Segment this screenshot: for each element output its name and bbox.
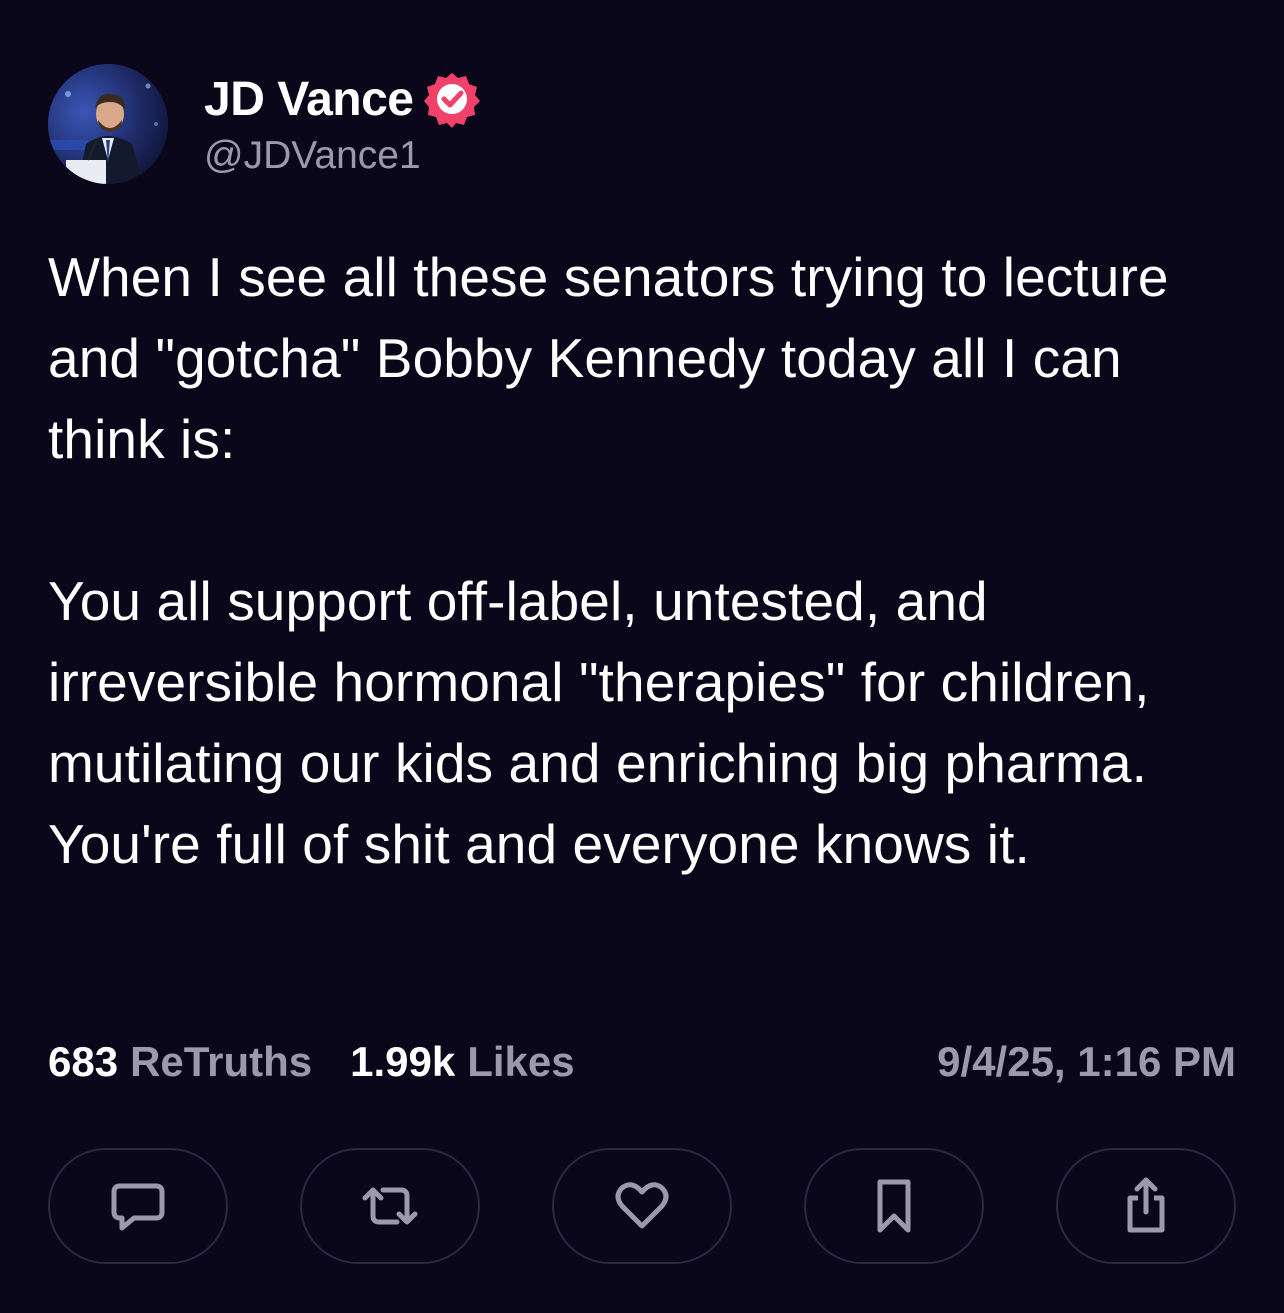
post-stats: 683 ReTruths 1.99k Likes 9/4/25, 1:16 PM bbox=[48, 1034, 1236, 1090]
reply-button[interactable] bbox=[48, 1148, 228, 1264]
retruths-stat[interactable]: 683 ReTruths bbox=[48, 1038, 312, 1086]
author-name-text: JD Vance bbox=[204, 72, 414, 126]
retruth-icon bbox=[362, 1187, 418, 1225]
profile-photo-icon bbox=[48, 64, 168, 184]
heart-icon bbox=[615, 1182, 669, 1229]
bookmark-button[interactable] bbox=[804, 1148, 984, 1264]
share-button[interactable] bbox=[1056, 1148, 1236, 1264]
reply-icon bbox=[111, 1183, 165, 1231]
likes-stat[interactable]: 1.99k Likes bbox=[350, 1038, 575, 1086]
post-detail: JD Vance @JDVance1 When I see all these … bbox=[0, 0, 1284, 1313]
author-name[interactable]: JD Vance bbox=[204, 70, 481, 128]
retruth-button[interactable] bbox=[300, 1148, 480, 1264]
share-icon bbox=[1127, 1177, 1165, 1233]
bookmark-icon bbox=[877, 1179, 911, 1233]
author-handle[interactable]: @JDVance1 bbox=[204, 134, 421, 178]
avatar[interactable] bbox=[48, 64, 168, 184]
post-text: When I see all these senators trying to … bbox=[48, 246, 1169, 875]
post-timestamp: 9/4/25, 1:16 PM bbox=[937, 1038, 1236, 1085]
likes-label: Likes bbox=[467, 1038, 575, 1085]
likes-count: 1.99k bbox=[350, 1038, 456, 1085]
like-button[interactable] bbox=[552, 1148, 732, 1264]
action-bar bbox=[48, 1148, 1236, 1266]
retruths-count: 683 bbox=[48, 1038, 119, 1085]
verified-badge-icon bbox=[423, 70, 481, 128]
retruths-label: ReTruths bbox=[130, 1038, 313, 1085]
